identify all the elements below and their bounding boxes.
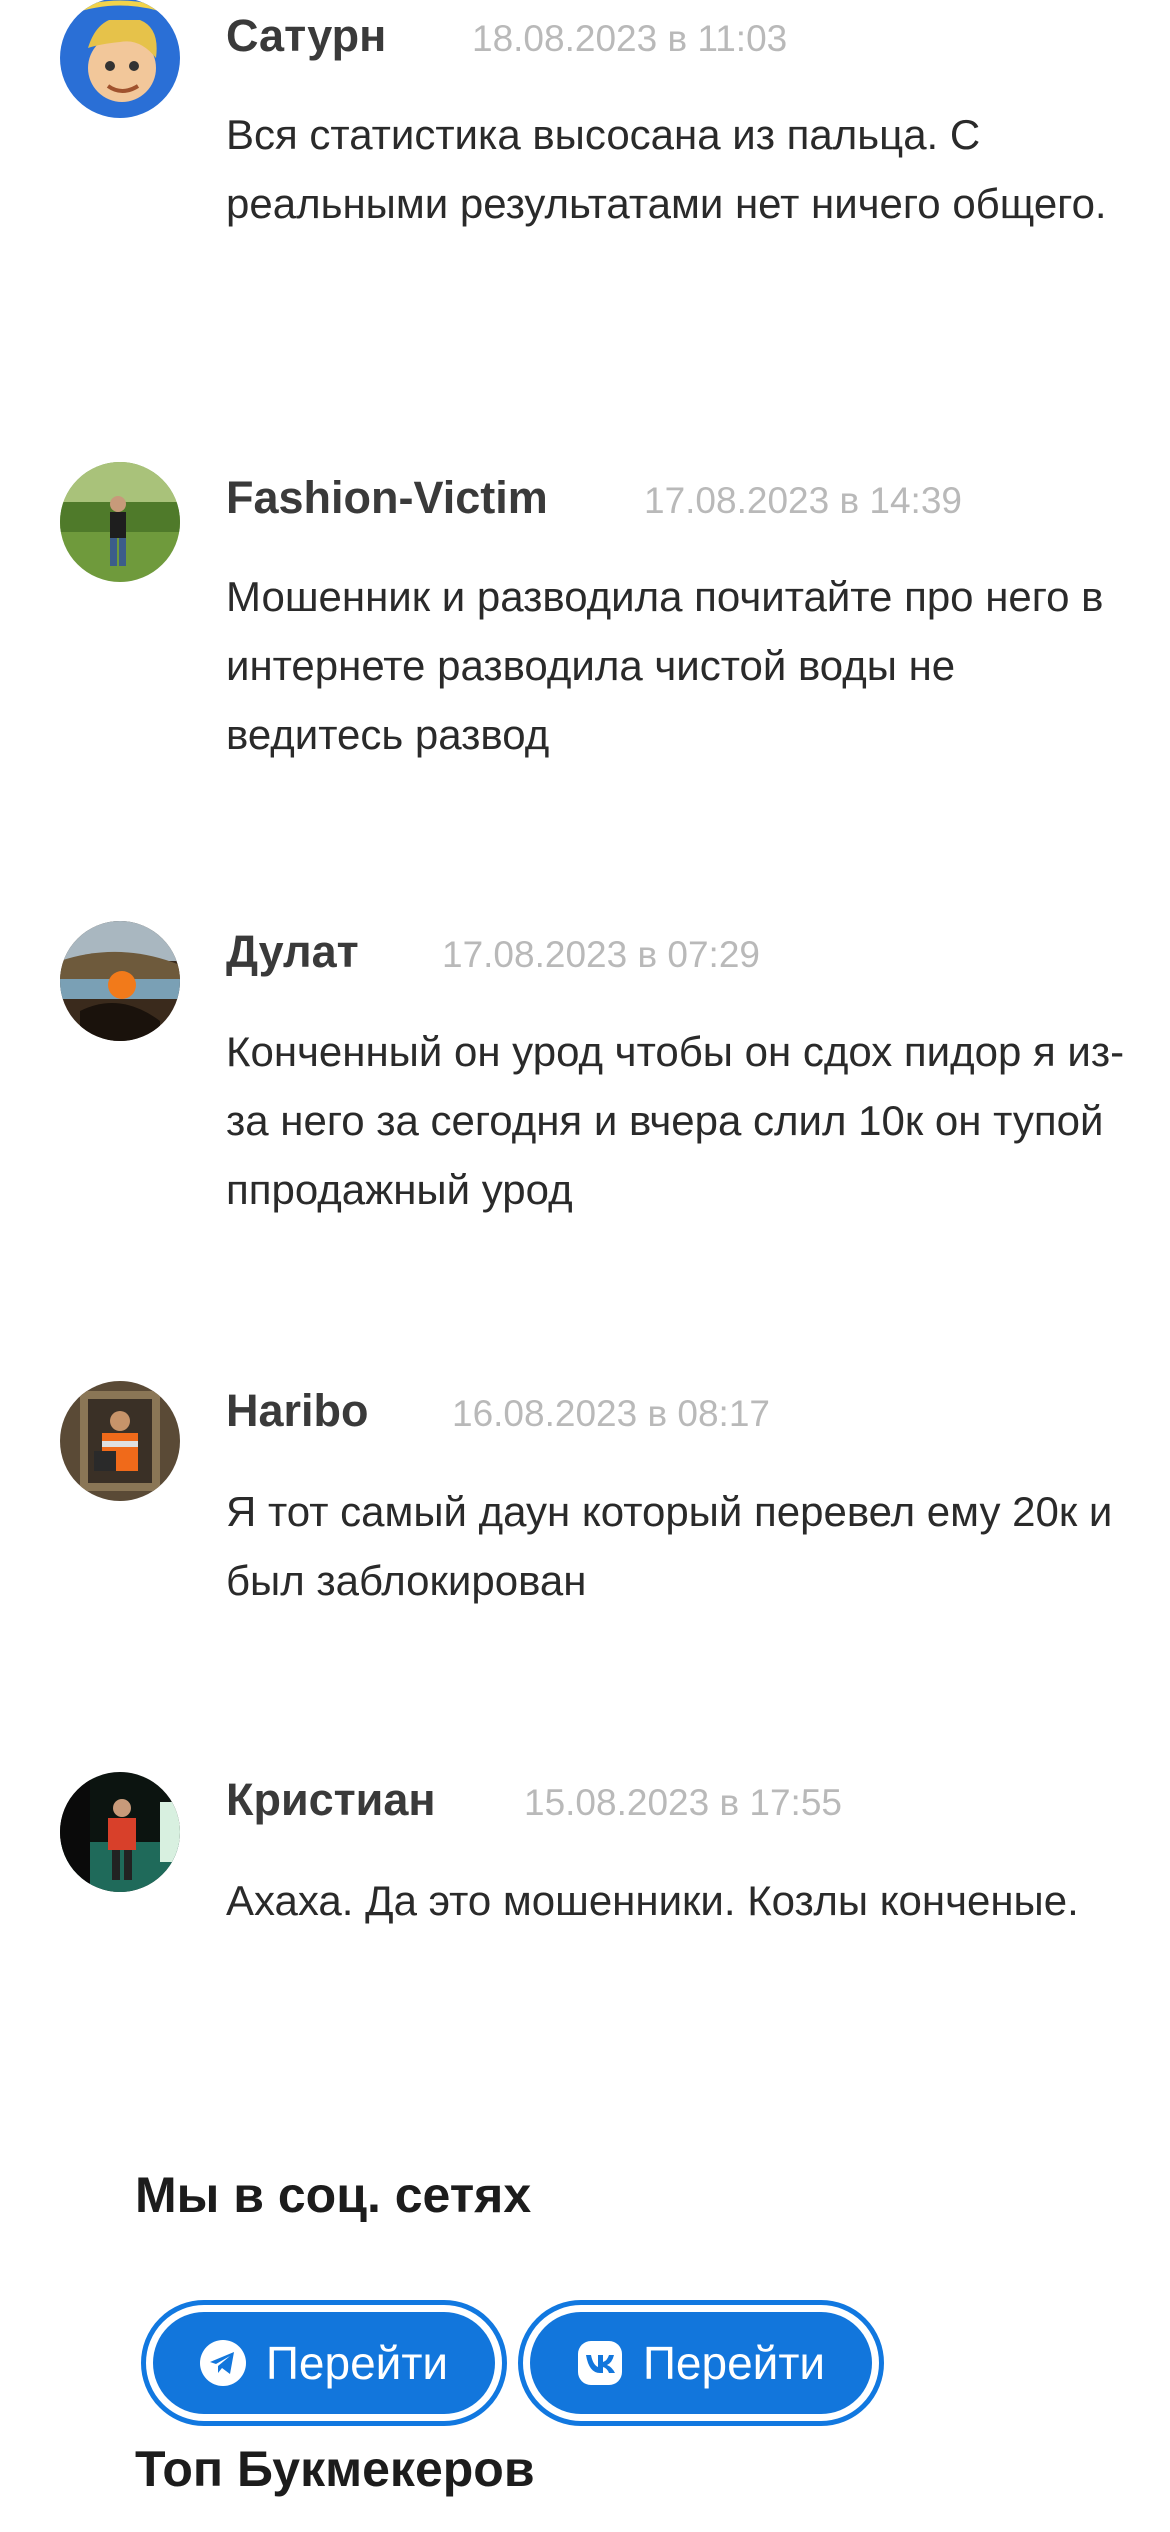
comment-author: Сатурн bbox=[226, 10, 387, 61]
comment-text: Вся статистика высосана из пальца. С реа… bbox=[226, 111, 1107, 227]
avatar[interactable] bbox=[60, 0, 180, 118]
comment-date: 18.08.2023 в 11:03 bbox=[472, 18, 788, 59]
sunset-avatar-icon bbox=[60, 921, 180, 1041]
comment-author: Кристиан bbox=[226, 1774, 436, 1825]
comment-author: Haribo bbox=[226, 1385, 369, 1436]
social-section-title: Мы в соц. сетях bbox=[135, 2167, 532, 2223]
vk-button-inner[interactable]: Перейти bbox=[530, 2312, 872, 2414]
comment-text: Я тот самый даун который перевел ему 20к… bbox=[226, 1488, 1113, 1604]
person-night-avatar-icon bbox=[60, 1772, 180, 1892]
bookmakers-section-title: Топ Букмекеров bbox=[135, 2441, 535, 2497]
avatar[interactable] bbox=[60, 1381, 180, 1501]
comment-date: 17.08.2023 в 14:39 bbox=[644, 480, 962, 521]
avatar[interactable] bbox=[60, 921, 180, 1041]
comment-date: 15.08.2023 в 17:55 bbox=[524, 1782, 842, 1823]
comment-author: Fashion-Victim bbox=[226, 472, 548, 523]
vk-button[interactable]: Перейти bbox=[518, 2300, 884, 2426]
comment-text: Ахаха. Да это мошенники. Козлы конченые. bbox=[226, 1877, 1079, 1924]
comment-date: 17.08.2023 в 07:29 bbox=[442, 934, 760, 975]
comment-date: 16.08.2023 в 08:17 bbox=[452, 1393, 770, 1434]
comment-text: Мошенник и разводила почитайте про него … bbox=[226, 573, 1104, 758]
telegram-button[interactable]: Перейти bbox=[141, 2300, 507, 2426]
vk-icon bbox=[577, 2340, 623, 2386]
cartoon-avatar-icon bbox=[60, 0, 180, 118]
person-in-field-avatar-icon bbox=[60, 462, 180, 582]
telegram-button-label: Перейти bbox=[265, 2337, 449, 2389]
telegram-icon bbox=[199, 2340, 246, 2386]
avatar[interactable] bbox=[60, 462, 180, 582]
person-orange-avatar-icon bbox=[60, 1381, 180, 1501]
telegram-button-inner[interactable]: Перейти bbox=[153, 2312, 495, 2414]
vk-button-label: Перейти bbox=[642, 2337, 826, 2389]
comment-text: Конченный он урод чтобы он сдох пидор я … bbox=[226, 1028, 1125, 1213]
comment-author: Дулат bbox=[226, 926, 359, 977]
avatar[interactable] bbox=[60, 1772, 180, 1892]
